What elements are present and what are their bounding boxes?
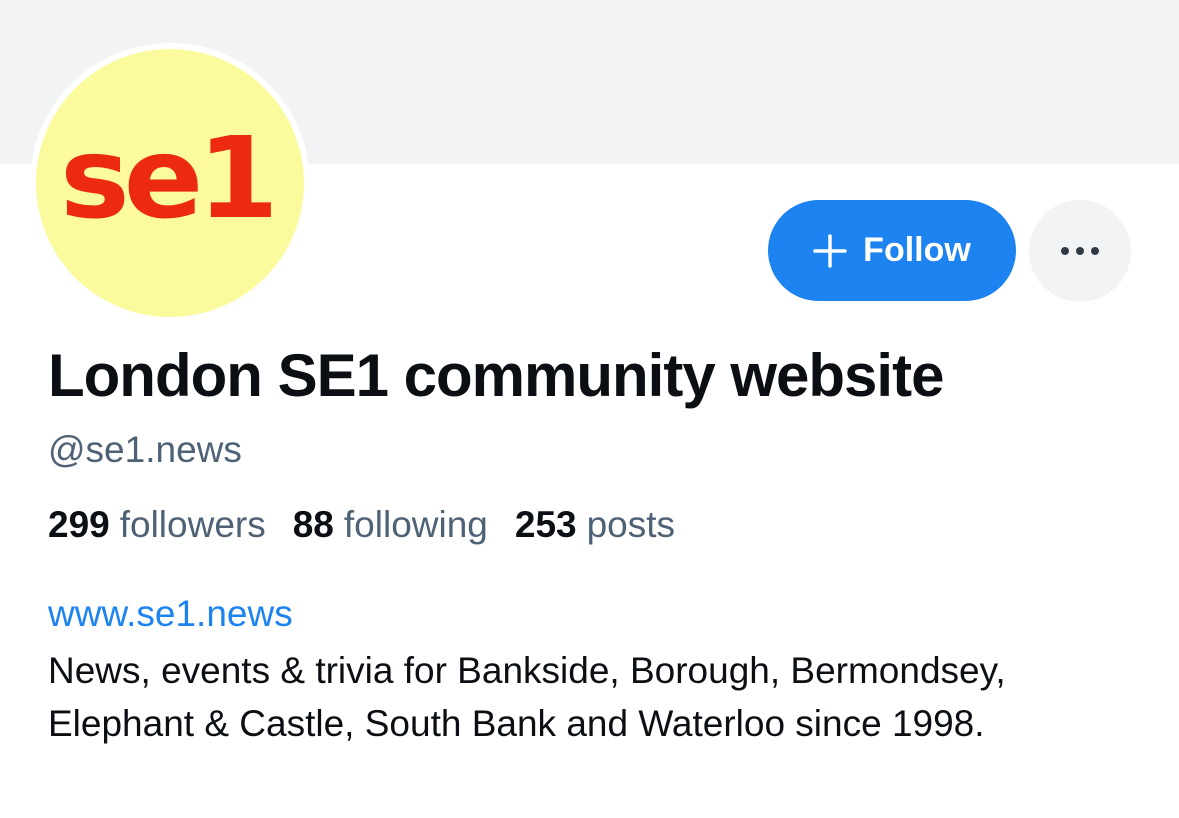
avatar[interactable]: se1 <box>36 49 304 317</box>
following-stat[interactable]: 88 following <box>293 503 488 547</box>
avatar-logo-text: se1 <box>59 114 279 244</box>
plus-icon <box>813 233 847 268</box>
website-link[interactable]: www.se1.news <box>48 592 293 636</box>
profile-bio: News, events & trivia for Bankside, Boro… <box>48 650 1006 744</box>
followers-count: 299 <box>48 504 110 545</box>
posts-label: posts <box>586 504 676 545</box>
follow-button-label: Follow <box>863 231 971 269</box>
display-name: London SE1 community website <box>48 342 944 409</box>
avatar-ring: se1 <box>30 43 310 323</box>
posts-stat[interactable]: 253 posts <box>515 503 675 547</box>
following-label: following <box>343 504 488 545</box>
posts-count: 253 <box>514 504 577 545</box>
more-horizontal-icon <box>1061 247 1099 255</box>
following-count: 88 <box>292 504 334 545</box>
followers-label: followers <box>119 504 266 545</box>
profile-stats: 299 followers 88 following 253 posts <box>48 503 675 547</box>
follow-button[interactable]: Follow <box>768 200 1016 301</box>
profile-handle: @se1.news <box>48 429 242 470</box>
followers-stat[interactable]: 299 followers <box>48 503 266 547</box>
more-options-button[interactable] <box>1029 200 1131 302</box>
